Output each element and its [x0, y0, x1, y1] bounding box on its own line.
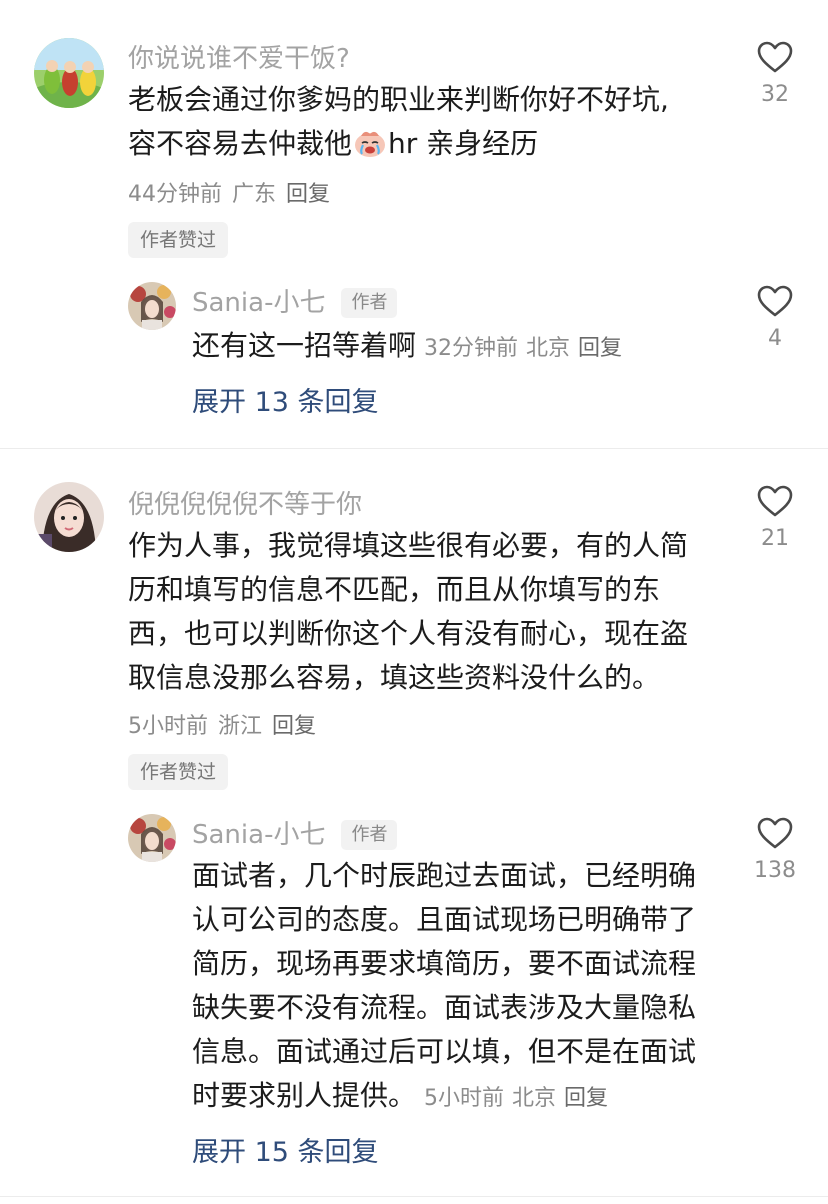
reply-2-meta: 5小时前 北京 回复: [424, 1086, 616, 1111]
comment-2-meta: 5小时前 浙江 回复: [128, 708, 326, 740]
reply-2-text: 面试者，几个时辰跑过去面试，已经明确 认可公司的态度。且面试现场已明确带了 简历…: [192, 854, 732, 1121]
heart-outline-icon[interactable]: [756, 40, 794, 74]
girl-portrait-avatar-image: [34, 482, 104, 552]
comment-1-line-2: 容不容易去仲裁他 hr 亲身经历: [128, 122, 748, 166]
reply-2-line-4: 缺失要不没有流程。面试表涉及大量隐私: [192, 991, 697, 1024]
reply-2-line-5: 信息。面试通过后可以填，但不是在面试: [192, 1035, 697, 1068]
reply-1-location: 北京: [526, 336, 571, 361]
avatar-user-2[interactable]: [34, 482, 104, 552]
reply-2-username: Sania-小七 作者: [192, 814, 398, 851]
reply-1-username-text[interactable]: Sania-小七: [192, 288, 325, 318]
reply-2-like[interactable]: 138: [740, 816, 810, 883]
reply-1-username: Sania-小七 作者: [192, 282, 398, 319]
comment-2-author-liked-badge: 作者赞过: [128, 754, 229, 790]
reply-2-line-1: 面试者，几个时辰跑过去面试，已经明确: [192, 859, 697, 892]
comment-1-line-2-after: hr 亲身经历: [388, 127, 539, 160]
reply-1-like[interactable]: 4: [740, 284, 810, 351]
heart-outline-icon[interactable]: [756, 816, 794, 850]
reply-2-username-text[interactable]: Sania-小七: [192, 820, 325, 850]
comment-2-line-4: 取信息没那么容易，填这些资料没什么的。: [128, 661, 661, 694]
reply-2-reply-button[interactable]: 回复: [564, 1086, 608, 1111]
comment-divider: [0, 448, 828, 449]
reply-2-time: 5小时前: [424, 1086, 505, 1111]
reply-1-text-row: 还有这一招等着啊 32分钟前 北京 回复: [192, 324, 712, 371]
reply-2-line-3: 简历，现场再要求填简历，要不面试流程: [192, 947, 697, 980]
comment-1-author-liked-badge: 作者赞过: [128, 222, 229, 258]
comment-2-username[interactable]: 倪倪倪倪倪不等于你: [128, 484, 362, 521]
author-avatar-image: [128, 282, 176, 330]
comment-2-like-count: 21: [761, 526, 789, 551]
comment-2-location: 浙江: [218, 714, 263, 739]
comment-divider-bottom: [0, 1196, 828, 1197]
author-avatar-image: [128, 814, 176, 862]
comment-1-text: 老板会通过你爹妈的职业来判断你好不好坑, 容不容易去仲裁他 hr 亲身经历: [128, 78, 748, 166]
comment-1-expand-replies-link[interactable]: 展开 13 条回复: [192, 380, 379, 419]
comment-1-line-2-before: 容不容易去仲裁他: [128, 127, 353, 160]
comment-2-text: 作为人事，我觉得填这些很有必要，有的人简 历和填写的信息不匹配，而且从你填写的东…: [128, 524, 748, 700]
reply-2-line-2: 认可公司的态度。且面试现场已明确带了: [192, 903, 697, 936]
reply-1-like-count: 4: [768, 326, 782, 351]
heart-outline-icon[interactable]: [756, 284, 794, 318]
heart-outline-icon[interactable]: [756, 484, 794, 518]
reply-2-like-count: 138: [754, 858, 796, 883]
comment-2-line-1: 作为人事，我觉得填这些很有必要，有的人简: [128, 529, 689, 562]
comment-1-like[interactable]: 32: [740, 40, 810, 107]
reply-1-text: 还有这一招等着啊: [192, 329, 417, 362]
avatar-author-reply-2[interactable]: [128, 814, 176, 862]
comment-1-reply-button[interactable]: 回复: [286, 182, 330, 207]
reply-2-location: 北京: [512, 1086, 557, 1111]
reply-1-author-tag: 作者: [341, 288, 398, 318]
comment-2-line-3: 西，也可以判断你这个人有没有耐心，现在盗: [128, 617, 689, 650]
comment-2-reply-button[interactable]: 回复: [272, 714, 316, 739]
comment-2-line-2: 历和填写的信息不匹配，而且从你填写的东: [128, 573, 661, 606]
comment-2-like[interactable]: 21: [740, 484, 810, 551]
comment-1-username[interactable]: 你说说谁不爱干饭?: [128, 38, 350, 75]
comment-2-time: 5小时前: [128, 714, 208, 739]
reply-1-reply-button[interactable]: 回复: [578, 336, 622, 361]
avatar-user-1[interactable]: [34, 38, 104, 108]
comment-1-like-count: 32: [761, 82, 789, 107]
comment-2-expand-replies-link[interactable]: 展开 15 条回复: [192, 1130, 379, 1169]
reply-2-line-6-text: 时要求别人提供。: [192, 1079, 417, 1112]
teletubbies-avatar-image: [34, 38, 104, 108]
crying-face-emoji-icon: [355, 131, 386, 157]
reply-2-line-6: 时要求别人提供。 5小时前 北京 回复: [192, 1074, 732, 1121]
reply-2-author-tag: 作者: [341, 820, 398, 850]
comment-1-line-1: 老板会通过你爹妈的职业来判断你好不好坑,: [128, 83, 669, 116]
reply-1-meta: 32分钟前 北京 回复: [424, 336, 630, 361]
avatar-author-reply-1[interactable]: [128, 282, 176, 330]
comment-1-meta: 44分钟前 广东 回复: [128, 176, 340, 208]
reply-1-time: 32分钟前: [424, 336, 519, 361]
comment-1-time: 44分钟前: [128, 182, 222, 207]
comment-1-location: 广东: [232, 182, 277, 207]
